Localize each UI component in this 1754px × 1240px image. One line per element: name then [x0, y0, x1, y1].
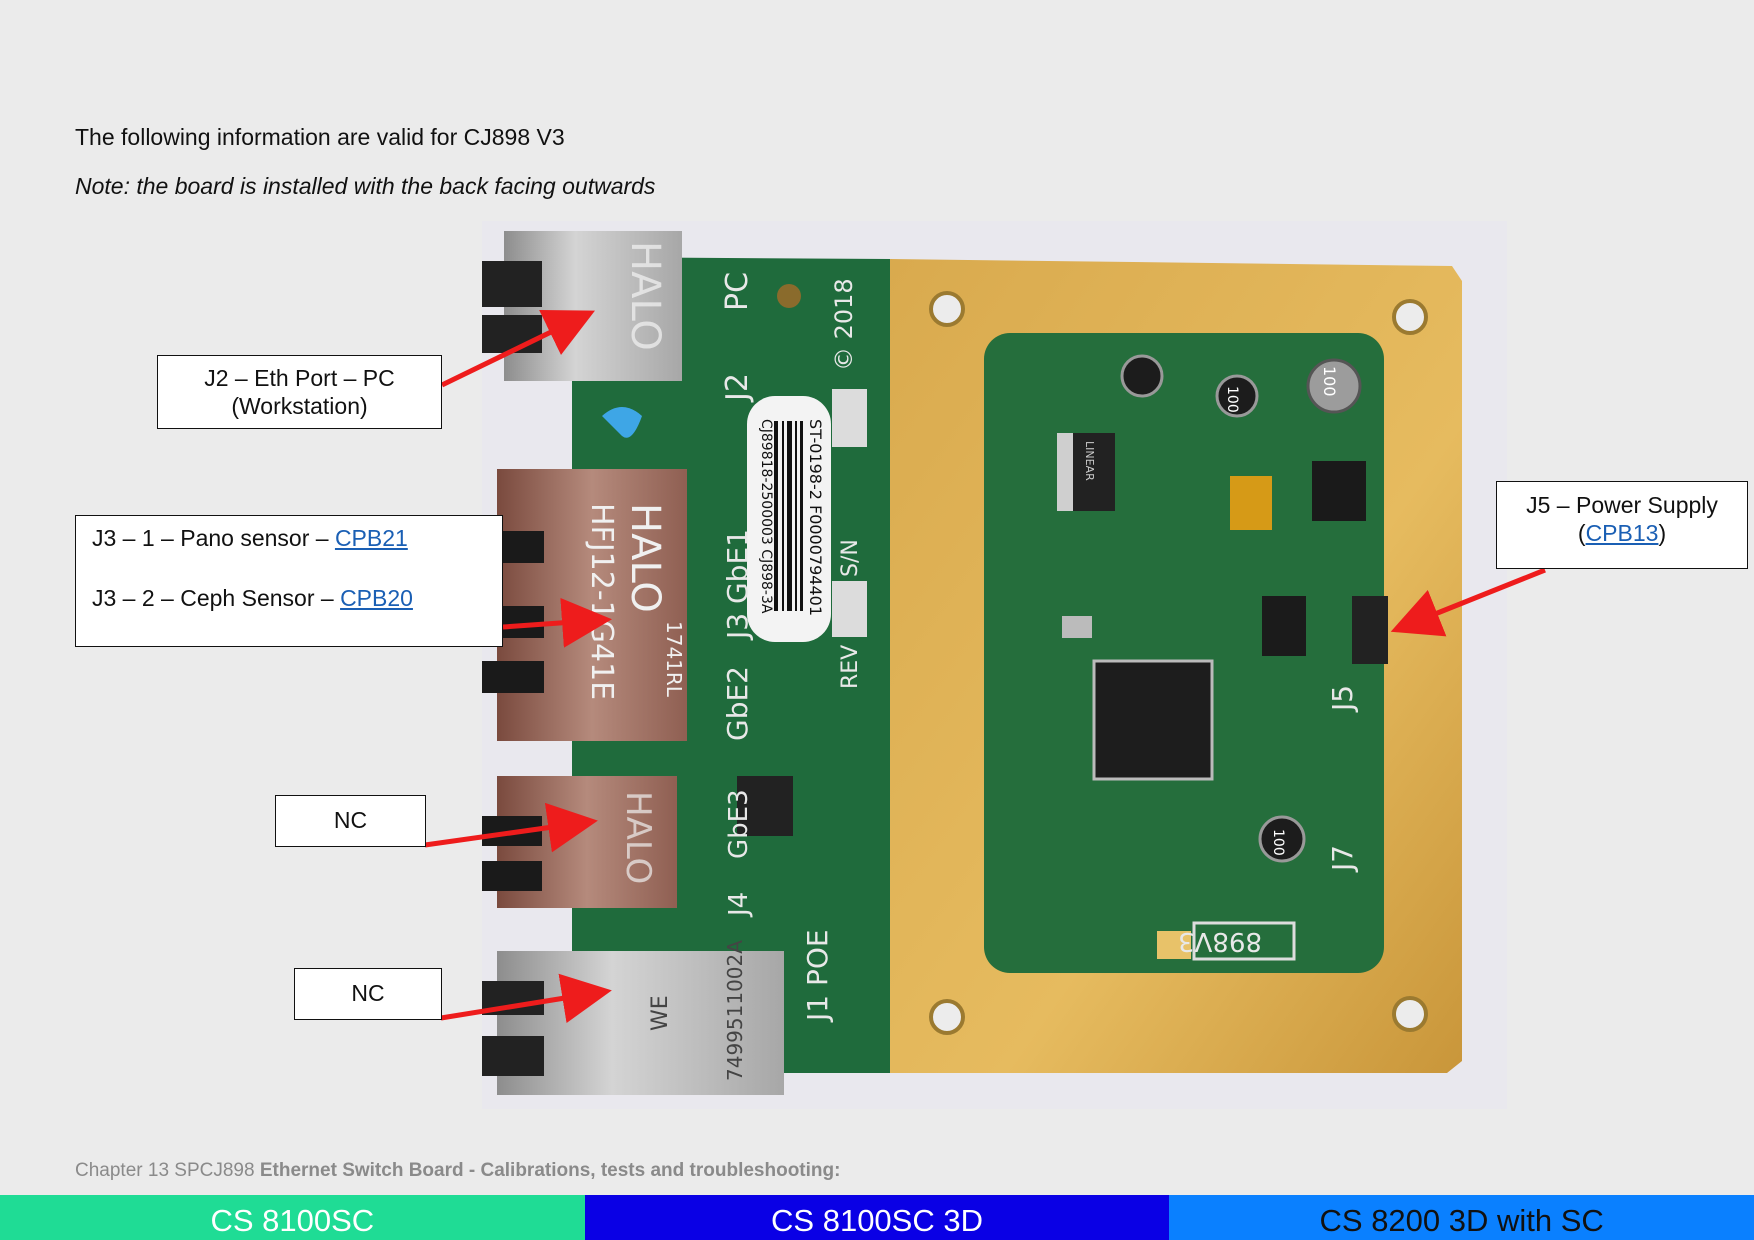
tab-cs8200-3d-sc[interactable]: CS 8200 3D with SC: [1169, 1195, 1754, 1240]
silk-copyright: © 2018: [830, 278, 858, 371]
callout-j3-2: J3 – 2 – Ceph Sensor – CPB20: [92, 584, 502, 612]
footer-chapter-title: Ethernet Switch Board - Calibrations, te…: [259, 1160, 841, 1181]
silk-gbe1: J3 GbE1: [721, 529, 754, 641]
cap-label-3: 100: [1270, 829, 1286, 856]
link-cpb13[interactable]: CPB13: [1586, 520, 1659, 546]
paren-close: ): [1658, 520, 1667, 546]
we-mark: WE: [648, 995, 673, 1031]
footer-chapter-number: Chapter 13 SPCJ898: [75, 1160, 260, 1181]
callout-j2-title: J2 – Eth Port – PC: [204, 365, 395, 391]
callout-j5-subtitle: (CPB13): [1497, 519, 1747, 547]
callout-nc-2: NC: [294, 968, 442, 1020]
silk-j7: J7: [1326, 845, 1359, 873]
chip-linear: LINEAR: [1083, 441, 1096, 481]
silk-j2: J2: [720, 373, 755, 403]
paren-open: (: [1577, 520, 1586, 546]
halo-1: HALO: [622, 241, 668, 351]
silk-j5: J5: [1326, 685, 1359, 713]
callout-j2: J2 – Eth Port – PC (Workstation): [157, 355, 442, 429]
silk-gbe2: GbE2: [721, 666, 754, 741]
model-tabs: CS 8100SC CS 8100SC 3D CS 8200 3D with S…: [0, 1195, 1754, 1240]
silk-sn: S/N: [838, 539, 863, 577]
halo-3: HALO: [618, 791, 658, 884]
silk-version: 898V3: [1178, 926, 1262, 956]
code-1741: 1741RL: [662, 621, 686, 698]
silk-rev: REV: [838, 645, 863, 689]
callout-j3-2-text: J3 – 2 – Ceph Sensor –: [92, 585, 341, 611]
callout-j2-subtitle: (Workstation): [231, 393, 368, 419]
we-code: 7499511002A: [723, 940, 747, 1081]
silk-j4: J4: [724, 892, 754, 918]
footer-chapter: Chapter 13 SPCJ898 Ethernet Switch Board…: [75, 1160, 840, 1182]
callout-j3-1: J3 – 1 – Pano sensor – CPB21: [92, 524, 502, 552]
serial-1: ST-0198-2 F0000794401: [806, 419, 825, 616]
note-text: Note: the board is installed with the ba…: [75, 173, 656, 199]
serial-2: CJ89818-2500003 CJ898-3A: [758, 419, 774, 614]
tab-cs8100sc[interactable]: CS 8100SC: [0, 1195, 585, 1240]
silk-pc: PC: [720, 272, 755, 311]
silk-gbe3: GbE3: [724, 789, 754, 859]
silk-poe: J1 POE: [801, 929, 834, 1023]
link-cpb20[interactable]: CPB20: [340, 585, 413, 611]
callout-nc-2-text: NC: [351, 980, 385, 1006]
intro-text: The following information are valid for …: [75, 124, 565, 150]
link-cpb21[interactable]: CPB21: [335, 525, 408, 551]
callout-nc-1: NC: [275, 795, 426, 847]
callout-nc-1-text: NC: [333, 807, 368, 833]
board-photo: PC J2 © 2018 J3 GbE1 GbE2 GbE3 J4 J1 POE…: [482, 221, 1507, 1109]
callout-j3: J3 – 1 – Pano sensor – CPB21 J3 – 2 – Ce…: [75, 515, 503, 647]
halo-2: HALO: [622, 503, 668, 613]
callout-j5-title: J5 – Power Supply: [1526, 492, 1718, 518]
callout-j3-1-text: J3 – 1 – Pano sensor –: [92, 525, 335, 551]
tab-cs8100sc-3d[interactable]: CS 8100SC 3D: [584, 1195, 1170, 1240]
hfj-code: HFJ12-1G41E: [584, 503, 619, 700]
callout-j5: J5 – Power Supply (CPB13): [1496, 481, 1748, 569]
cap-label-2: 100: [1224, 386, 1240, 413]
cap-label-1: 100: [1320, 366, 1339, 397]
